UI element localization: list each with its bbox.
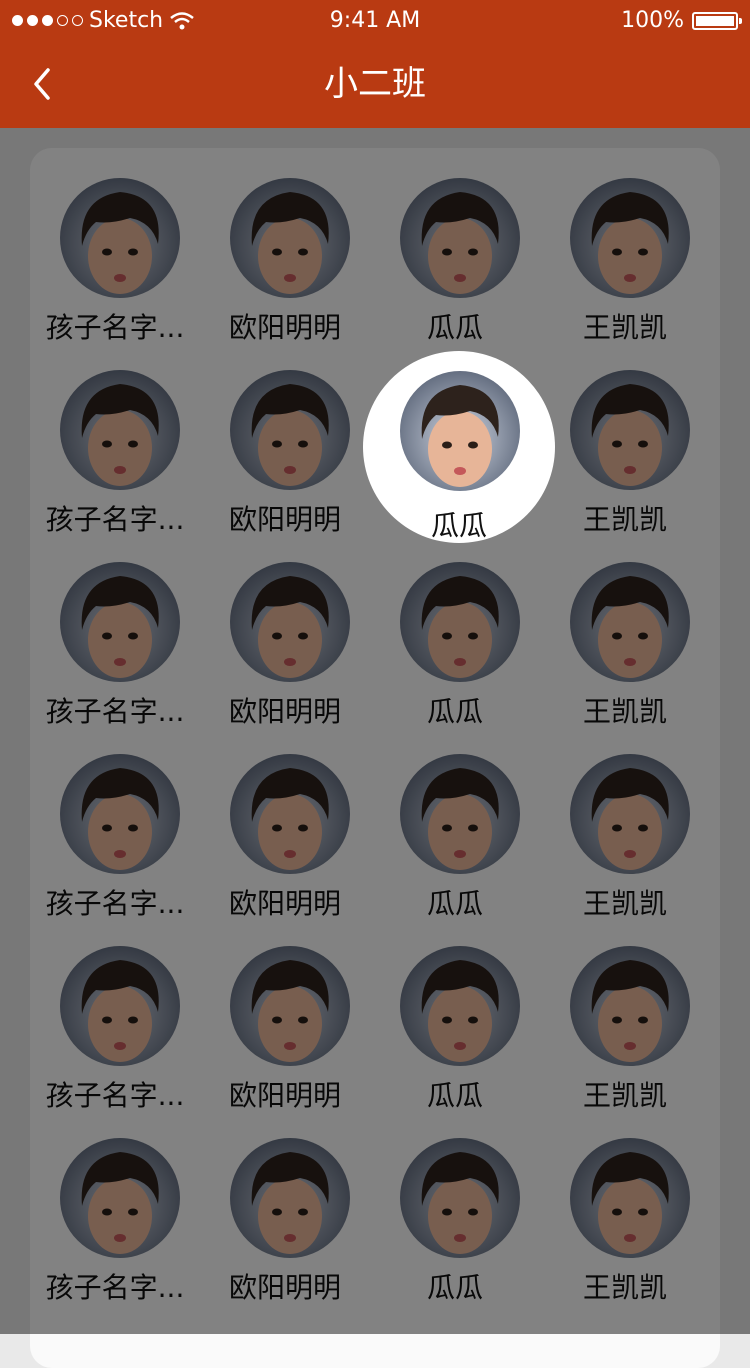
battery-percent: 100% <box>621 8 684 33</box>
page-title: 小二班 <box>324 64 426 104</box>
highlighted-student-name: 瓜瓜 <box>430 509 487 542</box>
status-right: 100% <box>621 8 742 33</box>
chevron-left-icon[interactable] <box>28 66 58 102</box>
status-bar: Sketch 9:41 AM 100% <box>0 0 750 40</box>
nav-bar: 小二班 <box>0 40 750 128</box>
dim-overlay[interactable] <box>0 128 750 1334</box>
battery-icon <box>692 11 742 30</box>
highlighted-student[interactable]: 瓜瓜 <box>363 351 555 543</box>
child-avatar-icon <box>400 371 520 491</box>
